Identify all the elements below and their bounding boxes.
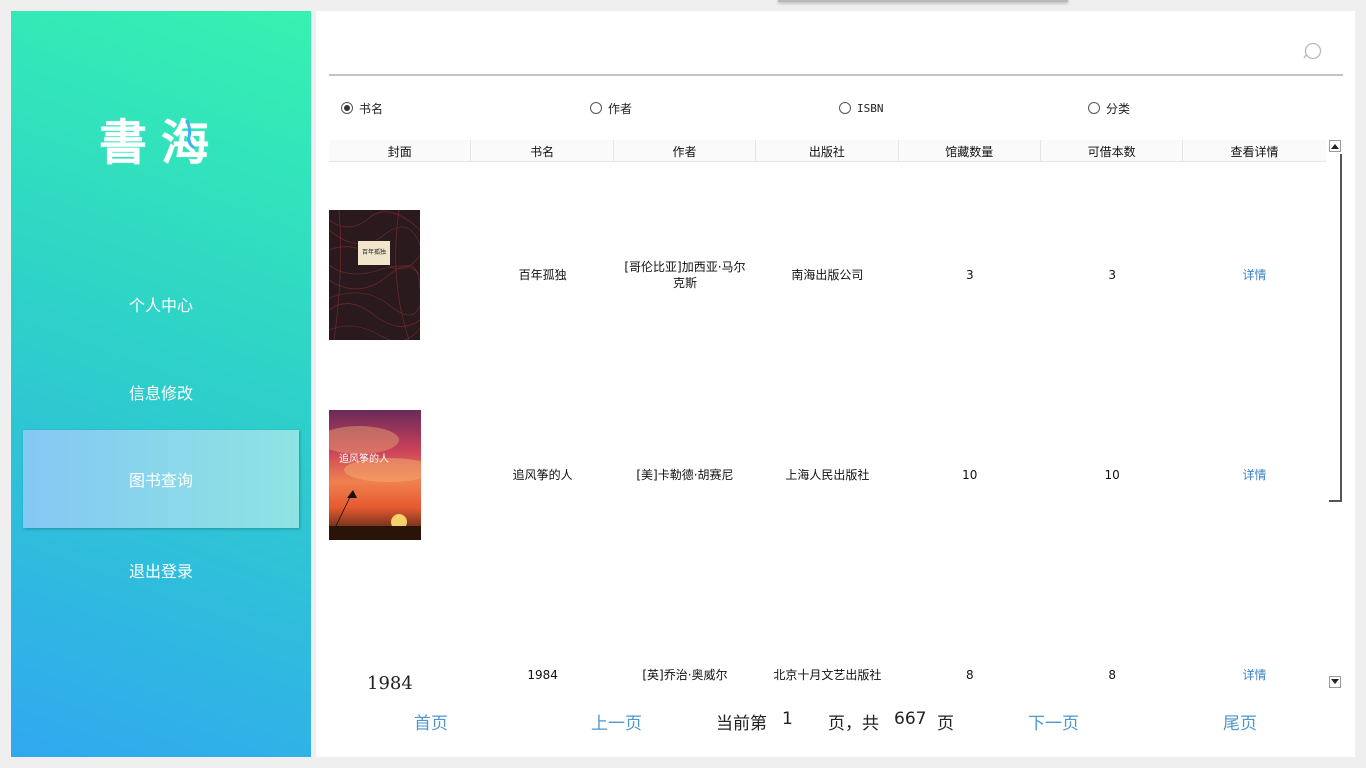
next-page-button[interactable]: 下一页 [1028,709,1079,734]
cover-cell: 追风筝的人 [329,375,471,575]
column-header[interactable]: 出版社 [756,140,899,162]
first-page-button[interactable]: 首页 [414,709,448,734]
book-author: [哥伦比亚]加西亚·马尔克斯 [624,260,746,290]
prev-page-button[interactable]: 上一页 [591,709,642,734]
column-header[interactable]: 作者 [614,140,757,162]
column-header[interactable]: 查看详情 [1183,140,1325,162]
book-holdings: 3 [965,268,974,282]
search-icon[interactable] [1303,41,1323,61]
cover-title: 百年孤独 [361,249,386,256]
sidebar-item-book-search[interactable]: 图书查询 [23,430,299,528]
book-publisher: 上海人民出版社 [785,468,870,482]
table-row: 1984 1984 [英]乔治·奥威尔 北京十月文艺出版社 8 8 详情 [329,575,1326,693]
table-scrollbar[interactable] [1326,140,1343,693]
column-header[interactable]: 书名 [471,140,614,162]
cover-cell: 1984 [329,575,471,693]
app-logo: 書海 [11,103,311,173]
book-table: 封面 书名 作者 出版社 馆藏数量 可借本数 查看详情 百年孤独 百年孤独 [哥… [329,140,1326,693]
search-underline [329,74,1343,76]
book-cover-image: 百年孤独 [329,210,420,340]
book-author: [英]乔治·奥威尔 [642,668,728,682]
column-header[interactable]: 馆藏数量 [899,140,1041,162]
pagination: 首页 上一页 当前第 1 页，共 667 页 下一页 尾页 [316,709,1355,735]
table-row: 百年孤独 百年孤独 [哥伦比亚]加西亚·马尔克斯 南海出版公司 3 3 详情 [329,175,1326,375]
book-author: [美]卡勒德·胡赛尼 [636,468,734,482]
current-page-label: 当前第 [716,714,767,734]
filter-radio-isbn[interactable]: ISBN [839,100,884,116]
book-cover-image: 追风筝的人 [329,410,421,540]
window-shadow [778,0,1068,2]
radio-button[interactable] [590,102,602,114]
book-publisher: 北京十月文艺出版社 [773,668,882,682]
detail-link[interactable]: 详情 [1183,575,1325,693]
book-holdings: 10 [962,468,978,482]
filter-radio-author[interactable]: 作者 [590,100,632,116]
search-input[interactable] [329,37,1289,73]
book-publisher: 南海出版公司 [791,268,864,282]
book-title: 追风筝的人 [512,468,573,482]
cover-title: 追风筝的人 [339,454,389,465]
radio-button[interactable] [839,102,851,114]
scroll-thumb-end [1329,500,1342,502]
book-available: 8 [1108,668,1116,682]
sidebar-item-edit-info[interactable]: 信息修改 [11,364,311,420]
book-title: 百年孤独 [518,268,567,282]
main-panel: 书名 作者 ISBN 分类 封面 书名 作者 出版社 馆藏数量 可借本数 查看详… [316,11,1355,757]
column-header[interactable]: 可借本数 [1041,140,1184,162]
pages-suffix: 页 [937,714,954,734]
last-page-button[interactable]: 尾页 [1223,709,1257,734]
radio-button[interactable] [1088,102,1100,114]
scroll-up-arrow-icon[interactable] [1329,140,1341,152]
current-page-number: 1 [782,709,793,729]
radio-button[interactable] [341,102,353,114]
scroll-down-arrow-icon[interactable] [1329,676,1341,688]
sidebar-item-profile[interactable]: 个人中心 [11,276,311,332]
detail-link[interactable]: 详情 [1183,175,1325,375]
sidebar: 書海 个人中心 信息修改 图书查询 退出登录 [11,11,311,757]
logo-accent-stroke [185,119,195,149]
book-cover-image: 1984 [329,672,415,693]
table-header: 封面 书名 作者 出版社 馆藏数量 可借本数 查看详情 [329,140,1326,162]
sidebar-item-logout[interactable]: 退出登录 [11,542,311,598]
book-title: 1984 [527,668,558,682]
total-pages-number: 667 [894,709,927,729]
total-pages-label: 页，共 [828,714,879,734]
column-header[interactable]: 封面 [329,140,472,162]
book-holdings: 8 [965,668,974,682]
scroll-thumb[interactable] [1340,154,1342,502]
book-available: 10 [1104,468,1120,482]
logo-text: 書海 [98,115,224,171]
cover-cell: 百年孤独 [329,175,471,375]
detail-link[interactable]: 详情 [1183,375,1325,575]
table-row: 追风筝的人 追风筝的人 [美]卡勒德·胡赛尼 上海人民出版社 10 10 详情 [329,375,1326,575]
filter-radio-category[interactable]: 分类 [1088,100,1130,116]
filter-radio-title[interactable]: 书名 [341,100,383,116]
book-available: 3 [1108,268,1116,282]
